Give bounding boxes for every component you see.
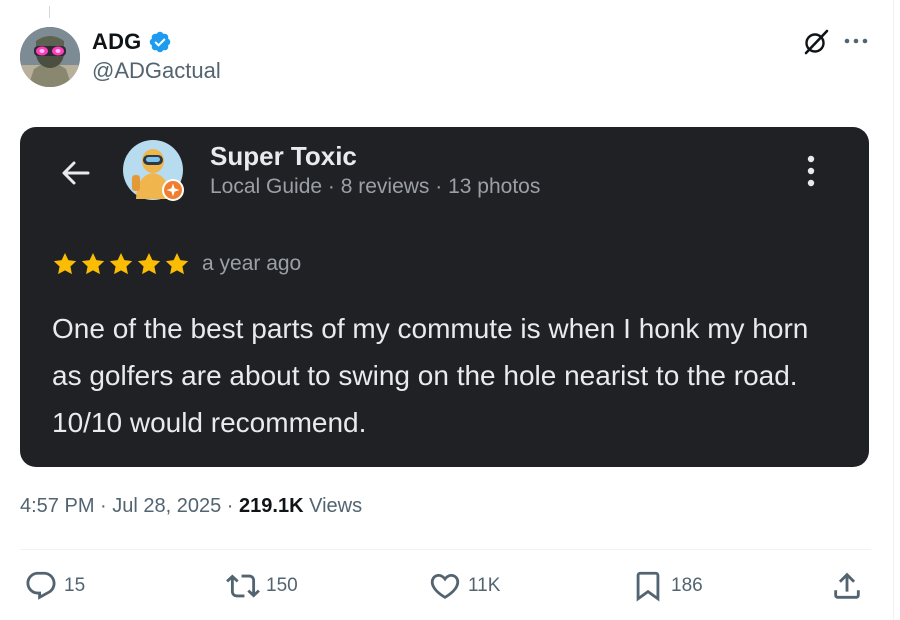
repost-count: 150	[266, 575, 298, 596]
share-icon	[834, 572, 860, 599]
reviewer-avatar-icon	[123, 140, 184, 201]
review-time: a year ago	[202, 252, 302, 275]
like-count: 11K	[468, 575, 501, 596]
post-date[interactable]: Jul 28, 2025	[112, 495, 221, 517]
share-button[interactable]	[830, 568, 864, 604]
avatar-soldier-icon	[20, 27, 80, 87]
star-icon	[81, 252, 105, 275]
actions-divider	[20, 549, 871, 550]
review-text: One of the best parts of my commute is w…	[52, 313, 809, 438]
verified-badge-icon[interactable]	[148, 30, 172, 54]
bookmark-count: 186	[671, 575, 703, 596]
star-icon	[53, 252, 77, 275]
heart-icon	[430, 573, 460, 599]
star-icon	[137, 252, 161, 275]
views-count: 219.1K	[239, 495, 304, 517]
meta-separator: ·	[94, 495, 113, 517]
star-icon	[165, 252, 189, 275]
more-icon[interactable]	[842, 31, 870, 51]
author-name-row: ADG	[92, 28, 172, 56]
star-icon	[109, 252, 133, 275]
kebab-menu-icon	[807, 155, 815, 187]
reply-icon	[26, 571, 56, 600]
repost-button[interactable]: 150	[226, 568, 298, 604]
like-button[interactable]: 11K	[428, 568, 500, 604]
grok-icon[interactable]	[802, 28, 830, 56]
reply-button[interactable]: 15	[24, 568, 85, 604]
author-avatar[interactable]	[20, 27, 80, 87]
post-meta: 4:57 PM · Jul 28, 2025 · 219.1K Views	[20, 495, 362, 518]
reply-count: 15	[64, 575, 86, 596]
timeline-border	[893, 0, 894, 620]
meta-separator: ·	[221, 495, 240, 517]
top-divider-tick	[49, 6, 50, 18]
back-arrow-icon	[62, 161, 90, 185]
author-display-name[interactable]: ADG	[92, 29, 142, 55]
bookmark-button[interactable]: 186	[631, 568, 703, 604]
reviewer-meta: Local Guide · 8 reviews · 13 photos	[210, 175, 541, 198]
author-handle[interactable]: @ADGactual	[92, 58, 221, 84]
reviewer-name: Super Toxic	[210, 141, 357, 171]
star-rating	[52, 251, 190, 277]
post-time[interactable]: 4:57 PM	[20, 495, 94, 517]
bookmark-icon	[636, 571, 660, 602]
review-screenshot-card[interactable]: Super Toxic Local Guide · 8 reviews · 13…	[20, 127, 869, 467]
views-label: Views	[303, 495, 363, 517]
repost-icon	[226, 574, 260, 598]
